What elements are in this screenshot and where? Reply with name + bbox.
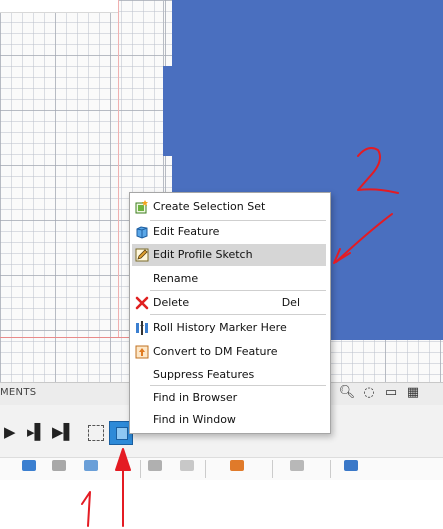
joint-icon[interactable] [180,460,194,471]
play-icon[interactable]: ▶ [4,423,16,441]
create-icon[interactable] [22,460,36,471]
modify-extra-icon[interactable] [84,460,98,471]
toolbar-divider [272,460,273,478]
menu-separator [150,290,326,291]
menu-item-label: Create Selection Set [153,200,266,213]
menu-item-delete[interactable]: Delete Del [132,292,326,314]
edit-sketch-icon [135,248,149,262]
axis-line-horizontal [0,337,130,338]
grid-settings-icon[interactable]: ▦ [404,385,422,401]
menu-item-label: Rename [153,272,199,285]
menu-item-label: Find in Browser [153,391,238,404]
display-settings-icon[interactable]: ▭ [382,385,400,401]
toolbar-strip [0,457,443,480]
menu-item-label: Find in Window [153,413,236,426]
toolbar-divider [330,460,331,478]
menu-item-edit-feature[interactable]: Edit Feature [132,221,326,243]
menu-item-label: Roll History Marker Here [153,321,287,334]
inspect-icon[interactable] [290,460,304,471]
menu-item-suppress-features[interactable]: Suppress Features [132,364,326,386]
edit-feature-icon [136,226,148,239]
axis-line-vertical [118,0,119,338]
construct-icon[interactable] [230,460,244,471]
convert-dm-icon [135,345,149,359]
selection-set-icon [135,200,148,214]
menu-item-label: Delete [153,296,190,309]
comments-label: MENTS [0,387,37,398]
annotation-number-one-stroke [81,491,91,527]
menu-item-label: Edit Feature [153,225,220,238]
zoom-window-icon[interactable]: ◌ [360,385,378,401]
zoom-icon[interactable]: 🔍︎ [338,385,356,401]
menu-item-label: Suppress Features [153,368,255,381]
go-to-end-icon[interactable]: ▶▌ [52,423,75,441]
assemble-icon[interactable] [148,460,162,471]
menu-item-label: Edit Profile Sketch [153,248,253,261]
menu-item-edit-profile-sketch[interactable]: Edit Profile Sketch [132,244,326,266]
menu-item-label: Convert to DM Feature [153,345,278,358]
menu-item-create-selection-set[interactable]: Create Selection Set [132,196,326,218]
menu-item-find-in-browser[interactable]: Find in Browser [132,387,326,409]
feature-cube-icon [116,427,128,440]
roll-history-icon [136,321,148,335]
menu-separator [150,385,326,386]
menu-item-rename[interactable]: Rename [132,268,326,290]
delete-x-icon [135,296,149,310]
context-menu: Create Selection Set Edit Feature Edit P… [129,192,331,434]
menu-item-convert-to-dm[interactable]: Convert to DM Feature [132,341,326,363]
toolbar-divider [205,460,206,478]
canvas-corner-panel [0,0,119,13]
menu-item-roll-history-marker[interactable]: Roll History Marker Here [132,317,326,339]
timeline-sketch-icon[interactable] [88,425,104,441]
step-forward-icon[interactable]: ▸▌ [27,423,46,441]
modify-icon[interactable] [52,460,66,471]
menu-separator [150,314,326,315]
navigation-bar: 🔍︎ ◌ ▭ ▦ [338,385,422,401]
delete-shortcut: Del [281,296,300,309]
insert-icon[interactable] [344,460,358,471]
toolbar-divider [140,460,141,478]
menu-item-find-in-window[interactable]: Find in Window [132,409,326,431]
